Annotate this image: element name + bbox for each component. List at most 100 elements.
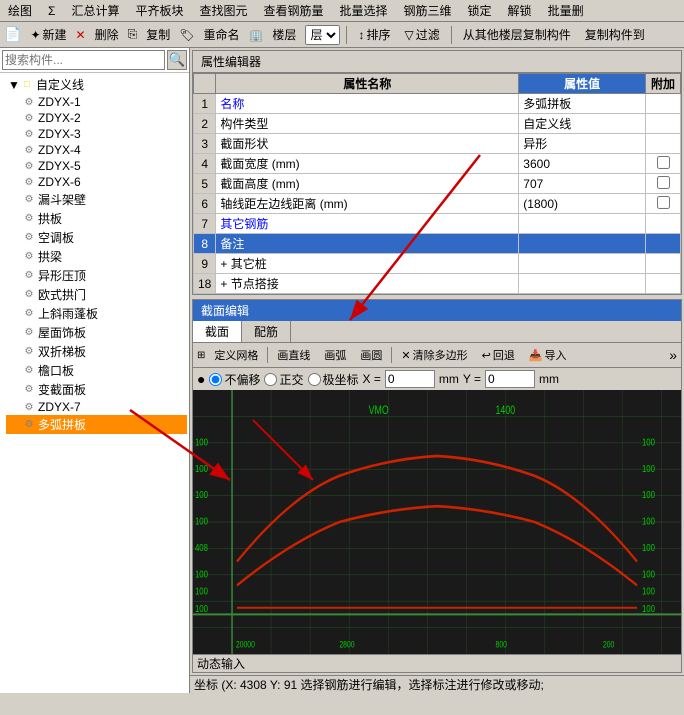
- draw-line-button[interactable]: 画直线: [272, 345, 315, 365]
- prop-table: 属性名称 属性值 附加 1 名称 多弧拼板 2 构件类型 自定义线 3 截面形状…: [193, 73, 681, 294]
- row-num: 4: [194, 154, 216, 174]
- tree-item-ZDYX-5[interactable]: ⚙ZDYX-5: [6, 158, 187, 174]
- menu-bar: 绘图 Σ 汇总计算 平齐板块 查找图元 查看钢筋量 批量选择 钢筋三维 锁定 解…: [0, 0, 684, 22]
- tree-item-上斜雨蓬板[interactable]: ⚙上斜雨蓬板: [6, 304, 187, 323]
- tree-item-拱梁[interactable]: ⚙拱梁: [6, 247, 187, 266]
- y-unit-label: mm: [539, 372, 559, 386]
- menu-view-rebar[interactable]: 查看钢筋量: [259, 1, 327, 20]
- rename-button[interactable]: 重命名: [198, 24, 244, 45]
- tree-root-item[interactable]: ▼ □ 自定义线: [6, 75, 187, 94]
- polar-radio[interactable]: [308, 373, 321, 386]
- clear-polygon-button[interactable]: ✕ 清除多边形: [396, 345, 472, 365]
- search-input[interactable]: [2, 50, 165, 70]
- x-input[interactable]: [385, 370, 435, 388]
- y-label: Y =: [463, 372, 481, 386]
- tree-item-ZDYX-6[interactable]: ⚙ZDYX-6: [6, 174, 187, 190]
- menu-calc[interactable]: 汇总计算: [67, 1, 123, 20]
- menu-drawing[interactable]: 绘图: [4, 1, 36, 20]
- prop-value-cell[interactable]: 自定义线: [519, 114, 646, 134]
- prop-value-cell[interactable]: [519, 254, 646, 274]
- tab-section[interactable]: 截面: [193, 321, 242, 342]
- row-num: 6: [194, 194, 216, 214]
- extra-checkbox[interactable]: [657, 196, 670, 209]
- tree-item-漏斗架壁[interactable]: ⚙漏斗架壁: [6, 190, 187, 209]
- folder-icon: □: [20, 78, 34, 92]
- tree-item-label: 拱板: [38, 210, 62, 227]
- import-button[interactable]: 📥 导入: [524, 345, 572, 365]
- tree-item-拱板[interactable]: ⚙拱板: [6, 209, 187, 228]
- menu-unlock[interactable]: 解锁: [504, 1, 536, 20]
- prop-name-cell: 备注: [216, 234, 519, 254]
- tree-item-空调板[interactable]: ⚙空调板: [6, 228, 187, 247]
- tree-item-变截面板[interactable]: ⚙变截面板: [6, 380, 187, 399]
- undo-button[interactable]: ↩ 回退: [477, 345, 520, 365]
- menu-batch-del[interactable]: 批量删: [544, 1, 588, 20]
- prop-name-cell: 名称: [216, 94, 519, 114]
- prop-value-cell[interactable]: [519, 234, 646, 254]
- tree-item-ZDYX-3[interactable]: ⚙ZDYX-3: [6, 126, 187, 142]
- tab-rebar[interactable]: 配筋: [242, 321, 291, 342]
- gear-icon: ⚙: [22, 307, 36, 321]
- menu-sigma[interactable]: Σ: [44, 3, 59, 19]
- extra-checkbox[interactable]: [657, 156, 670, 169]
- tree-item-ZDYX-1[interactable]: ⚙ZDYX-1: [6, 94, 187, 110]
- search-button[interactable]: 🔍: [167, 50, 187, 70]
- prop-extra-cell: [646, 154, 681, 174]
- copy-from-floor-button[interactable]: 从其他楼层复制构件: [458, 24, 576, 45]
- menu-batch-select[interactable]: 批量选择: [336, 1, 392, 20]
- floor-select[interactable]: 层: [305, 25, 340, 45]
- menu-find[interactable]: 查找图元: [195, 1, 251, 20]
- svg-text:1400: 1400: [496, 405, 516, 418]
- menu-lock[interactable]: 锁定: [464, 1, 496, 20]
- prop-value-cell[interactable]: 707: [519, 174, 646, 194]
- draw-arc-button[interactable]: 画弧: [319, 345, 351, 365]
- new-icon: 📄: [4, 26, 21, 43]
- prop-value-cell[interactable]: [519, 274, 646, 294]
- orthogonal-radio[interactable]: [264, 373, 277, 386]
- row-num: 7: [194, 214, 216, 234]
- gear-icon: ⚙: [22, 269, 36, 283]
- tree-item-檐口板[interactable]: ⚙檐口板: [6, 361, 187, 380]
- tree-root: ▼ □ 自定义线 ⚙ZDYX-1⚙ZDYX-2⚙ZDYX-3⚙ZDYX-4⚙ZD…: [2, 75, 187, 434]
- tree-item-屋面饰板[interactable]: ⚙屋面饰板: [6, 323, 187, 342]
- gear-icon: ⚙: [22, 326, 36, 340]
- col-name-header: 属性名称: [216, 74, 519, 94]
- no-offset-radio[interactable]: [209, 373, 222, 386]
- filter-button[interactable]: ▽ 过滤: [399, 24, 444, 45]
- svg-text:VMO: VMO: [369, 405, 389, 418]
- copy-to-floor-button[interactable]: 复制构件到: [580, 24, 650, 45]
- tree-item-ZDYX-4[interactable]: ⚙ZDYX-4: [6, 142, 187, 158]
- tree-item-ZDYX-2[interactable]: ⚙ZDYX-2: [6, 110, 187, 126]
- menu-panel[interactable]: 平齐板块: [131, 1, 187, 20]
- prop-value-cell[interactable]: (1800): [519, 194, 646, 214]
- prop-name-cell: 截面高度 (mm): [216, 174, 519, 194]
- new-button[interactable]: ✦ 新建: [25, 24, 71, 45]
- prop-value-cell[interactable]: [519, 214, 646, 234]
- tree-item-label: 屋面饰板: [38, 324, 86, 341]
- drawing-canvas[interactable]: 100 100 100 100 408 100 100 100 100 100 …: [193, 390, 681, 654]
- tree-item-label: ZDYX-7: [38, 400, 81, 414]
- expand-toolbar-icon[interactable]: »: [669, 347, 677, 363]
- tree-item-label: 欧式拱门: [38, 286, 86, 303]
- tree-item-label: ZDYX-2: [38, 111, 81, 125]
- tree-item-多弧拼板[interactable]: ⚙多弧拼板: [6, 415, 187, 434]
- extra-checkbox[interactable]: [657, 176, 670, 189]
- floor-button[interactable]: 楼层: [267, 24, 301, 45]
- copy-button[interactable]: 复制: [141, 24, 175, 45]
- sort-button[interactable]: ↕ 排序: [353, 24, 395, 45]
- tree-item-异形压顶[interactable]: ⚙异形压顶: [6, 266, 187, 285]
- tree-item-ZDYX-7[interactable]: ⚙ZDYX-7: [6, 399, 187, 415]
- prop-value-cell[interactable]: 3600: [519, 154, 646, 174]
- expand-icon[interactable]: ▼: [8, 78, 18, 92]
- draw-circle-button[interactable]: 画圆: [355, 345, 387, 365]
- tree-item-欧式拱门[interactable]: ⚙欧式拱门: [6, 285, 187, 304]
- menu-rebar-3d[interactable]: 钢筋三维: [400, 1, 456, 20]
- delete-button[interactable]: 删除: [90, 24, 124, 45]
- tree-item-双折梯板[interactable]: ⚙双折梯板: [6, 342, 187, 361]
- define-grid-button[interactable]: 定义网格: [209, 345, 263, 365]
- tool-sep1: [267, 347, 268, 363]
- tree-item-label: ZDYX-1: [38, 95, 81, 109]
- prop-value-cell[interactable]: 异形: [519, 134, 646, 154]
- prop-value-cell[interactable]: 多弧拼板: [519, 94, 646, 114]
- y-input[interactable]: [485, 370, 535, 388]
